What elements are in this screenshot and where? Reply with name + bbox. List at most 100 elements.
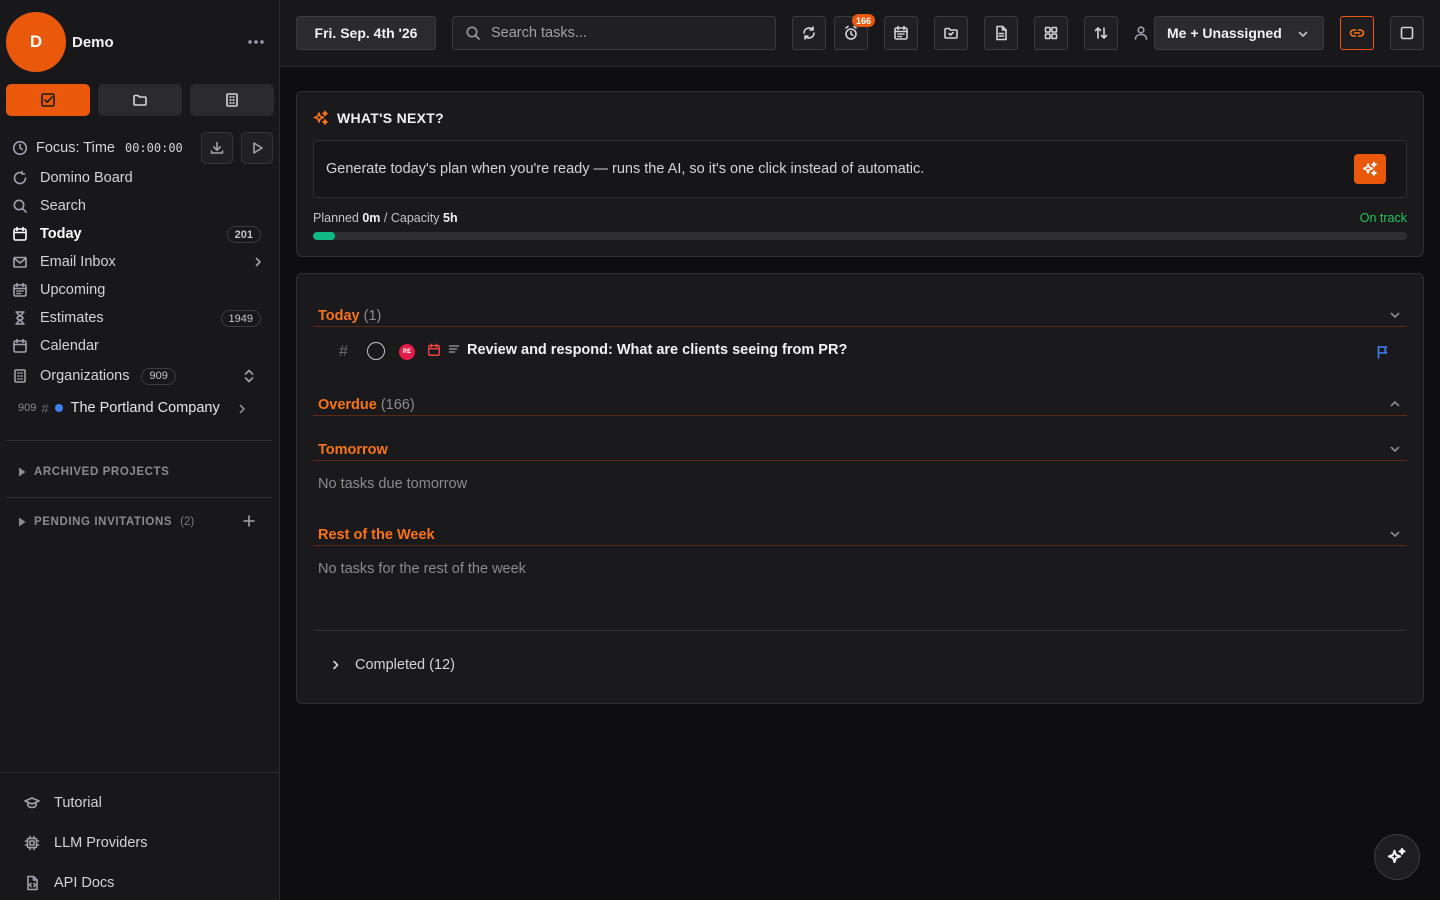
chevron-down-icon[interactable] — [1389, 309, 1401, 321]
organizations-label: Organizations — [40, 368, 130, 384]
panel-icon — [1400, 26, 1414, 40]
divider — [6, 497, 272, 498]
chevron-right-icon[interactable] — [236, 402, 248, 416]
more-options-icon[interactable] — [244, 32, 268, 52]
refresh-button[interactable] — [792, 16, 826, 50]
nav-item-search[interactable]: Search — [0, 192, 280, 220]
sort-button[interactable] — [1084, 16, 1118, 50]
chevron-up-icon[interactable] — [1389, 398, 1401, 410]
group-header-today[interactable]: Today (1) — [313, 282, 1407, 327]
nav-label: Email Inbox — [40, 254, 116, 270]
due-date-calendar-icon[interactable] — [427, 343, 441, 357]
group-title: Tomorrow — [318, 442, 388, 458]
pending-invitations-label: PENDING INVITATIONS — [34, 516, 173, 528]
search-icon — [465, 25, 481, 41]
nav-label: Calendar — [40, 338, 99, 354]
link-button[interactable] — [1340, 16, 1374, 50]
nav-item-upcoming[interactable]: Upcoming — [0, 276, 280, 304]
chevron-down-icon[interactable] — [1389, 443, 1401, 455]
pending-invitations-count: (2) — [180, 516, 195, 528]
grid-icon — [1044, 26, 1058, 40]
generate-plan-button[interactable] — [1354, 154, 1386, 184]
clock-icon — [12, 140, 28, 156]
sort-updown-icon[interactable] — [242, 368, 256, 384]
ai-assistant-button[interactable] — [1374, 834, 1420, 880]
status-badge: On track — [1359, 211, 1407, 225]
archived-projects-label: ARCHIVED PROJECTS — [34, 466, 170, 478]
calendar-icon — [12, 226, 28, 242]
completed-toggle[interactable]: Completed (12) — [331, 657, 455, 673]
group-header-tomorrow[interactable]: Tomorrow — [313, 416, 1407, 461]
capacity-summary: Planned 0m / Capacity 5h — [313, 211, 458, 225]
organizations-count-badge: 909 — [141, 367, 176, 385]
nav-item-tutorial[interactable]: Tutorial — [0, 783, 280, 823]
pending-invitations-toggle[interactable]: PENDING INVITATIONS (2) — [18, 512, 274, 532]
nav-label: Estimates — [40, 310, 104, 326]
caret-right-icon — [18, 467, 26, 477]
group-title-text: Today — [318, 308, 360, 324]
chevron-right-icon — [331, 658, 341, 672]
avatar[interactable]: D — [6, 12, 66, 72]
hash-icon: # — [41, 400, 49, 416]
project-count: 909 — [18, 402, 37, 414]
overdue-alarm-button[interactable]: 166 — [834, 14, 876, 50]
nav-item-estimates[interactable]: Estimates 1949 — [0, 304, 280, 332]
project-item[interactable]: 909 # The Portland Company — [18, 396, 274, 420]
search-box[interactable] — [452, 16, 776, 50]
nav-item-llm-providers[interactable]: LLM Providers — [0, 823, 280, 863]
chip-icon — [24, 835, 40, 851]
document-button[interactable] — [984, 16, 1018, 50]
chevron-down-icon[interactable] — [1389, 528, 1401, 540]
task-title[interactable]: Review and respond: What are clients see… — [467, 342, 847, 358]
tasks-mode-tab[interactable] — [6, 84, 90, 116]
nav-item-today[interactable]: Today 201 — [0, 220, 280, 248]
projects-mode-tab[interactable] — [98, 84, 182, 116]
organizations-mode-tab[interactable] — [190, 84, 274, 116]
task-complete-checkbox[interactable] — [367, 342, 385, 360]
notes-icon — [448, 343, 460, 355]
plus-icon[interactable] — [242, 514, 256, 528]
focus-time: 00:00:00 — [124, 141, 183, 155]
completed-label: Completed (12) — [355, 657, 455, 673]
download-button[interactable] — [201, 132, 233, 164]
nav-label: Today — [40, 226, 82, 242]
user-profile[interactable]: D Demo — [6, 12, 274, 72]
divider — [6, 440, 272, 441]
group-header-rest-of-week[interactable]: Rest of the Week — [313, 501, 1407, 546]
panel-toggle-button[interactable] — [1390, 16, 1424, 50]
whats-next-title: WHAT'S NEXT? — [337, 110, 444, 126]
grid-view-button[interactable] — [1034, 16, 1068, 50]
sparkles-icon — [1387, 847, 1406, 863]
calendar-grid-icon — [12, 282, 28, 298]
planned-label: Planned — [313, 211, 359, 225]
calendar-icon — [894, 25, 908, 40]
folder-icon — [944, 27, 958, 39]
hash-icon[interactable]: # — [339, 343, 348, 361]
group-header-overdue[interactable]: Overdue (166) — [313, 371, 1407, 416]
date-picker-button[interactable]: Fri. Sep. 4th '26 — [296, 16, 436, 50]
sparkles-icon — [1362, 161, 1377, 176]
project-color-dot — [54, 404, 63, 412]
project-folder-button[interactable] — [934, 16, 968, 50]
nav-item-api-docs[interactable]: API Docs — [0, 863, 280, 900]
search-input[interactable] — [491, 25, 761, 41]
play-button[interactable] — [241, 132, 273, 164]
archived-projects-toggle[interactable]: ARCHIVED PROJECTS — [18, 462, 274, 482]
rest-of-week-empty-message: No tasks for the rest of the week — [318, 561, 526, 577]
assignee-filter-select[interactable]: Me + Unassigned — [1154, 16, 1324, 50]
sparkles-icon — [313, 110, 329, 126]
group-title: Overdue (166) — [318, 397, 415, 413]
sidebar: D Demo Focus: Time 00:00:00 Domino Board… — [0, 0, 280, 900]
nav-item-domino-board[interactable]: Domino Board — [0, 164, 280, 192]
nav-item-calendar[interactable]: Calendar — [0, 332, 280, 360]
capacity-separator: / — [383, 211, 391, 225]
nav-item-email-inbox[interactable]: Email Inbox — [0, 248, 280, 276]
group-count: (1) — [363, 308, 382, 324]
flag-icon[interactable] — [1375, 344, 1391, 360]
calendar-view-button[interactable] — [884, 16, 918, 50]
task-check-icon — [41, 93, 55, 107]
organizations-header[interactable]: Organizations 909 — [12, 364, 274, 388]
chevron-down-icon — [1297, 28, 1309, 40]
task-row[interactable]: # RE Review and respond: What are client… — [313, 328, 1407, 372]
domino-icon — [12, 170, 28, 186]
